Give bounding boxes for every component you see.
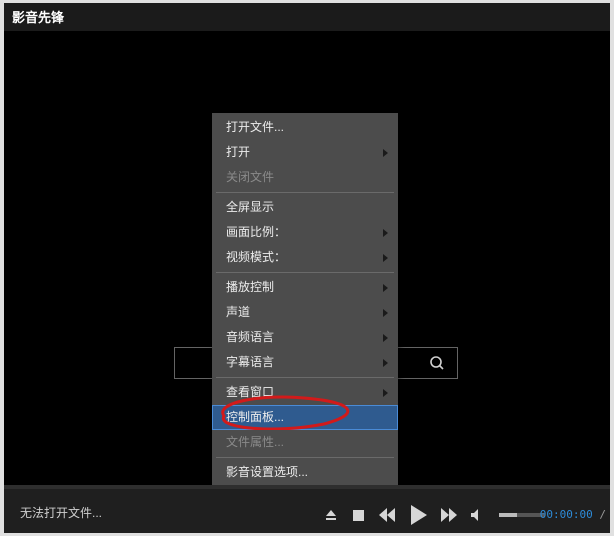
video-area[interactable]: ny 打开文件...打开关闭文件全屏显示画面比例：视频模式：播放控制声道音频语言… bbox=[14, 31, 610, 485]
submenu-arrow-icon bbox=[383, 284, 388, 292]
stop-button[interactable] bbox=[352, 509, 365, 522]
menu-item[interactable]: 声道 bbox=[212, 300, 398, 325]
submenu-arrow-icon bbox=[383, 334, 388, 342]
menu-item: 文件属性... bbox=[212, 430, 398, 455]
status-text: 无法打开文件... bbox=[20, 504, 102, 521]
player-window: 影音先锋 ny 打开文件...打开关闭文件全屏显示画面比例：视频模式：播放控制声… bbox=[4, 3, 610, 533]
control-bar: 无法打开文件... bbox=[4, 485, 610, 533]
menu-item-label: 声道 bbox=[226, 305, 250, 319]
menu-separator bbox=[216, 272, 394, 273]
menu-item-label: 字幕语言 bbox=[226, 355, 274, 369]
menu-item-label: 关闭文件 bbox=[226, 170, 274, 184]
submenu-arrow-icon bbox=[383, 254, 388, 262]
time-current: 00:00:00 bbox=[540, 508, 593, 521]
menu-item[interactable]: 播放控制 bbox=[212, 275, 398, 300]
menu-item: 关闭文件 bbox=[212, 165, 398, 190]
menu-separator bbox=[216, 192, 394, 193]
menu-item-label: 文件属性... bbox=[226, 435, 284, 449]
play-icon bbox=[409, 505, 427, 525]
menu-item-label: 视频模式： bbox=[226, 250, 286, 264]
submenu-arrow-icon bbox=[383, 229, 388, 237]
stop-icon bbox=[352, 509, 365, 522]
previous-button[interactable] bbox=[379, 508, 395, 522]
menu-item[interactable]: 打开 bbox=[212, 140, 398, 165]
submenu-arrow-icon bbox=[383, 149, 388, 157]
time-separator: / bbox=[593, 508, 606, 521]
time-display: 00:00:00 / bbox=[540, 508, 606, 521]
menu-item[interactable]: 画面比例： bbox=[212, 220, 398, 245]
menu-item[interactable]: 字幕语言 bbox=[212, 350, 398, 375]
menu-separator bbox=[216, 457, 394, 458]
menu-item-label: 打开 bbox=[226, 145, 250, 159]
menu-item[interactable]: 打开文件... bbox=[212, 115, 398, 140]
menu-item-label: 播放控制 bbox=[226, 280, 274, 294]
search-button[interactable] bbox=[417, 348, 457, 378]
eject-button[interactable] bbox=[324, 508, 338, 522]
next-icon bbox=[441, 508, 457, 522]
volume-slider[interactable] bbox=[499, 513, 545, 517]
menu-item-label: 影音设置选项... bbox=[226, 465, 308, 479]
submenu-arrow-icon bbox=[383, 309, 388, 317]
playback-controls bbox=[324, 505, 545, 525]
menu-separator bbox=[216, 377, 394, 378]
volume-button[interactable] bbox=[471, 509, 485, 521]
menu-item-label: 打开文件... bbox=[226, 120, 284, 134]
search-icon bbox=[429, 355, 445, 371]
next-button[interactable] bbox=[441, 508, 457, 522]
volume-icon bbox=[471, 509, 485, 521]
menu-item-label: 音频语言 bbox=[226, 330, 274, 344]
menu-item[interactable]: 查看窗口 bbox=[212, 380, 398, 405]
context-menu: 打开文件... 打开关闭文件全屏显示画面比例： 视频模式： 播放控制声道音频语言字幕语… bbox=[212, 113, 398, 487]
menu-item[interactable]: 音频语言 bbox=[212, 325, 398, 350]
play-button[interactable] bbox=[409, 505, 427, 525]
eject-icon bbox=[324, 508, 338, 522]
previous-icon bbox=[379, 508, 395, 522]
submenu-arrow-icon bbox=[383, 389, 388, 397]
progress-bar[interactable] bbox=[4, 485, 610, 489]
menu-item[interactable]: 全屏显示 bbox=[212, 195, 398, 220]
menu-item-label: 画面比例： bbox=[226, 225, 286, 239]
menu-item-label: 查看窗口 bbox=[226, 385, 274, 399]
app-title: 影音先锋 bbox=[12, 10, 64, 25]
menu-item-label: 全屏显示 bbox=[226, 200, 274, 214]
submenu-arrow-icon bbox=[383, 359, 388, 367]
menu-item[interactable]: 影音设置选项... bbox=[212, 460, 398, 485]
menu-item-label: 控制面板... bbox=[226, 410, 284, 424]
title-bar: 影音先锋 bbox=[4, 3, 610, 31]
menu-item[interactable]: 控制面板... bbox=[212, 405, 398, 430]
menu-item[interactable]: 视频模式： bbox=[212, 245, 398, 270]
